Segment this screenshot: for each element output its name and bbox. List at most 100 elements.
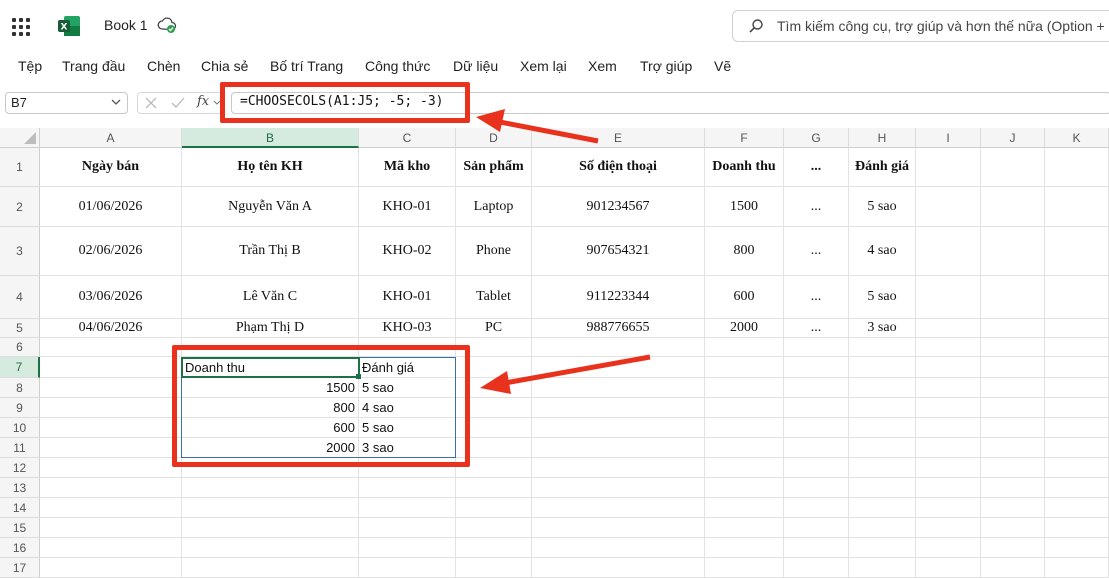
- row-header-10[interactable]: 10: [0, 418, 40, 438]
- grid-cell[interactable]: [532, 338, 705, 357]
- grid-cell[interactable]: [40, 558, 182, 578]
- grid-cell[interactable]: [182, 478, 359, 498]
- grid-cell[interactable]: [456, 518, 532, 538]
- table-header-cell[interactable]: Họ tên KH: [182, 148, 359, 187]
- grid-cell[interactable]: [1045, 187, 1109, 227]
- grid-cell[interactable]: [916, 558, 981, 578]
- table-cell[interactable]: KHO-01: [359, 187, 456, 227]
- row-header-9[interactable]: 9: [0, 398, 40, 418]
- menu-item-9[interactable]: Trợ giúp: [640, 58, 692, 74]
- grid-cell[interactable]: [981, 398, 1045, 418]
- grid-cell[interactable]: [916, 319, 981, 338]
- table-cell[interactable]: KHO-02: [359, 227, 456, 276]
- table-cell[interactable]: Lê Văn C: [182, 276, 359, 319]
- grid-cell[interactable]: [981, 418, 1045, 438]
- grid-cell[interactable]: [916, 498, 981, 518]
- grid-cell[interactable]: [40, 498, 182, 518]
- column-header-k[interactable]: K: [1045, 128, 1109, 148]
- grid-cell[interactable]: [705, 357, 784, 378]
- table-cell[interactable]: ...: [784, 227, 849, 276]
- menu-item-6[interactable]: Dữ liệu: [453, 58, 498, 74]
- menu-item-8[interactable]: Xem: [588, 58, 617, 74]
- grid-cell[interactable]: [705, 438, 784, 458]
- grid-cell[interactable]: [456, 498, 532, 518]
- grid-cell[interactable]: [456, 558, 532, 578]
- column-header-e[interactable]: E: [532, 128, 705, 148]
- menu-item-2[interactable]: Chèn: [147, 58, 180, 74]
- grid-cell[interactable]: [916, 357, 981, 378]
- table-cell[interactable]: 04/06/2026: [40, 319, 182, 338]
- table-header-cell[interactable]: Sản phẩm: [456, 148, 532, 187]
- grid-cell[interactable]: [40, 378, 182, 398]
- grid-cell[interactable]: [1045, 538, 1109, 558]
- cancel-icon[interactable]: [144, 96, 158, 110]
- grid-cell[interactable]: [849, 558, 916, 578]
- grid-cell[interactable]: [849, 357, 916, 378]
- column-header-h[interactable]: H: [849, 128, 916, 148]
- grid-cell[interactable]: [849, 438, 916, 458]
- grid-cell[interactable]: [981, 319, 1045, 338]
- grid-cell[interactable]: [182, 538, 359, 558]
- grid-cell[interactable]: [981, 558, 1045, 578]
- row-header-6[interactable]: 6: [0, 338, 40, 357]
- table-cell[interactable]: 907654321: [532, 227, 705, 276]
- table-cell[interactable]: PC: [456, 319, 532, 338]
- grid-cell[interactable]: [40, 398, 182, 418]
- grid-cell[interactable]: [849, 478, 916, 498]
- table-cell[interactable]: 600: [705, 276, 784, 319]
- grid-cell[interactable]: [1045, 458, 1109, 478]
- grid-cell[interactable]: [532, 357, 705, 378]
- grid-cell[interactable]: [40, 538, 182, 558]
- grid-cell[interactable]: [359, 558, 456, 578]
- grid-cell[interactable]: [981, 438, 1045, 458]
- grid-cell[interactable]: [532, 398, 705, 418]
- column-header-g[interactable]: G: [784, 128, 849, 148]
- grid-cell[interactable]: [981, 518, 1045, 538]
- table-cell[interactable]: Phone: [456, 227, 532, 276]
- grid-cell[interactable]: [1045, 338, 1109, 357]
- table-cell[interactable]: 5 sao: [849, 187, 916, 227]
- grid-cell[interactable]: [1045, 518, 1109, 538]
- grid-cell[interactable]: [1045, 227, 1109, 276]
- grid-cell[interactable]: [359, 518, 456, 538]
- grid-cell[interactable]: [1045, 558, 1109, 578]
- table-cell[interactable]: KHO-01: [359, 276, 456, 319]
- table-cell[interactable]: 4 sao: [849, 227, 916, 276]
- grid-cell[interactable]: [784, 398, 849, 418]
- grid-cell[interactable]: [705, 418, 784, 438]
- table-cell[interactable]: Phạm Thị D: [182, 319, 359, 338]
- grid-cell[interactable]: [532, 418, 705, 438]
- table-cell[interactable]: ...: [784, 276, 849, 319]
- menu-item-7[interactable]: Xem lại: [520, 58, 567, 74]
- grid-cell[interactable]: [916, 148, 981, 187]
- grid-cell[interactable]: [1045, 148, 1109, 187]
- column-header-b[interactable]: B: [182, 128, 359, 148]
- table-cell[interactable]: 01/06/2026: [40, 187, 182, 227]
- table-header-cell[interactable]: Đánh giá: [849, 148, 916, 187]
- grid-cell[interactable]: [916, 276, 981, 319]
- table-cell[interactable]: ...: [784, 187, 849, 227]
- grid-cell[interactable]: [849, 458, 916, 478]
- menu-item-3[interactable]: Chia sẻ: [201, 58, 248, 74]
- table-cell[interactable]: Nguyễn Văn A: [182, 187, 359, 227]
- grid-cell[interactable]: [705, 518, 784, 538]
- row-header-5[interactable]: 5: [0, 319, 40, 338]
- grid-cell[interactable]: [182, 518, 359, 538]
- grid-cell[interactable]: [1045, 498, 1109, 518]
- table-header-cell[interactable]: ...: [784, 148, 849, 187]
- column-header-d[interactable]: D: [456, 128, 532, 148]
- menu-item-5[interactable]: Công thức: [365, 58, 430, 74]
- grid-cell[interactable]: [532, 438, 705, 458]
- grid-cell[interactable]: [705, 338, 784, 357]
- grid-cell[interactable]: [532, 558, 705, 578]
- table-cell[interactable]: 800: [705, 227, 784, 276]
- grid-cell[interactable]: [916, 438, 981, 458]
- grid-cell[interactable]: [182, 498, 359, 518]
- grid-cell[interactable]: [981, 498, 1045, 518]
- table-header-cell[interactable]: Mã kho: [359, 148, 456, 187]
- grid-cell[interactable]: [981, 276, 1045, 319]
- grid-cell[interactable]: [916, 187, 981, 227]
- grid-cell[interactable]: [359, 498, 456, 518]
- grid-cell[interactable]: [916, 418, 981, 438]
- table-cell[interactable]: 5 sao: [849, 276, 916, 319]
